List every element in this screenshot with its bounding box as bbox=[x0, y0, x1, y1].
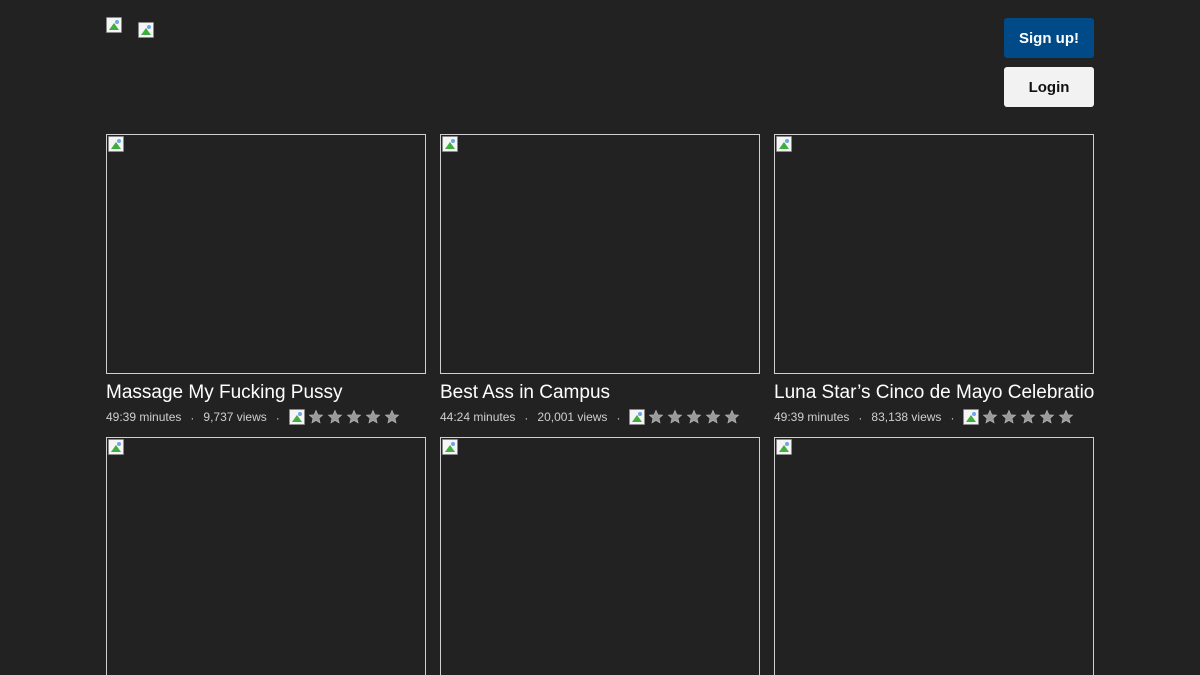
star-icon[interactable] bbox=[648, 409, 664, 425]
broken-image-icon bbox=[288, 409, 305, 425]
star-icon[interactable] bbox=[346, 409, 362, 425]
logo-image[interactable] bbox=[106, 17, 122, 33]
video-views: 83,138 views bbox=[871, 410, 942, 424]
separator: · bbox=[858, 411, 863, 425]
logo-text-image[interactable] bbox=[138, 22, 154, 38]
video-card[interactable] bbox=[440, 437, 760, 675]
video-duration: 49:39 minutes bbox=[106, 410, 182, 424]
broken-image-icon bbox=[138, 22, 154, 38]
broken-image-icon bbox=[776, 136, 792, 152]
star-icon[interactable] bbox=[982, 409, 998, 425]
star-icon[interactable] bbox=[327, 409, 343, 425]
video-duration: 44:24 minutes bbox=[440, 410, 516, 424]
star-icon[interactable] bbox=[365, 409, 381, 425]
broken-image-icon bbox=[963, 409, 980, 425]
video-thumbnail[interactable] bbox=[774, 437, 1094, 675]
video-thumbnail[interactable] bbox=[774, 134, 1094, 374]
video-card[interactable] bbox=[774, 437, 1094, 675]
star-icon[interactable] bbox=[1020, 409, 1036, 425]
star-icon[interactable] bbox=[1058, 409, 1074, 425]
separator: · bbox=[524, 411, 529, 425]
video-meta: 49:39 minutes · 83,138 views · bbox=[774, 407, 1094, 427]
login-button[interactable]: Login bbox=[1004, 67, 1094, 107]
broken-image-icon bbox=[442, 136, 458, 152]
broken-image-icon bbox=[629, 409, 646, 425]
star-icon[interactable] bbox=[308, 409, 324, 425]
star-icon[interactable] bbox=[686, 409, 702, 425]
separator: · bbox=[616, 411, 621, 425]
video-duration: 49:39 minutes bbox=[774, 410, 850, 424]
separator: · bbox=[275, 411, 280, 425]
video-meta: 49:39 minutes · 9,737 views · bbox=[106, 407, 426, 427]
broken-image-icon bbox=[442, 439, 458, 455]
video-title[interactable]: Massage My Fucking Pussy bbox=[106, 382, 426, 404]
broken-image-icon bbox=[106, 17, 122, 33]
video-title[interactable]: Luna Star’s Cinco de Mayo Celebration bbox=[774, 382, 1094, 404]
video-card[interactable]: Best Ass in Campus 44:24 minutes · 20,00… bbox=[440, 134, 760, 427]
page: Sign up! Login Massage My Fucking Pussy … bbox=[0, 0, 1200, 675]
video-rating[interactable] bbox=[288, 409, 403, 425]
signup-button[interactable]: Sign up! bbox=[1004, 18, 1094, 58]
video-thumbnail[interactable] bbox=[440, 437, 760, 675]
star-icon[interactable] bbox=[724, 409, 740, 425]
separator: · bbox=[950, 411, 955, 425]
video-meta: 44:24 minutes · 20,001 views · bbox=[440, 407, 760, 427]
video-thumbnail[interactable] bbox=[106, 437, 426, 675]
broken-image-icon bbox=[108, 136, 124, 152]
separator: · bbox=[190, 411, 195, 425]
video-rating[interactable] bbox=[963, 409, 1077, 425]
video-grid: Massage My Fucking Pussy 49:39 minutes ·… bbox=[106, 134, 1094, 675]
video-rating[interactable] bbox=[629, 409, 743, 425]
video-thumbnail[interactable] bbox=[440, 134, 760, 374]
video-views: 20,001 views bbox=[537, 410, 608, 424]
star-icon[interactable] bbox=[1039, 409, 1055, 425]
star-icon[interactable] bbox=[1001, 409, 1017, 425]
broken-image-icon bbox=[108, 439, 124, 455]
video-card[interactable] bbox=[106, 437, 426, 675]
star-icon[interactable] bbox=[667, 409, 683, 425]
video-title[interactable]: Best Ass in Campus bbox=[440, 382, 760, 404]
video-thumbnail[interactable] bbox=[106, 134, 426, 374]
star-icon[interactable] bbox=[384, 409, 400, 425]
broken-image-icon bbox=[776, 439, 792, 455]
video-card[interactable]: Luna Star’s Cinco de Mayo Celebration 49… bbox=[774, 134, 1094, 427]
video-views: 9,737 views bbox=[203, 410, 267, 424]
video-card[interactable]: Massage My Fucking Pussy 49:39 minutes ·… bbox=[106, 134, 426, 427]
star-icon[interactable] bbox=[705, 409, 721, 425]
